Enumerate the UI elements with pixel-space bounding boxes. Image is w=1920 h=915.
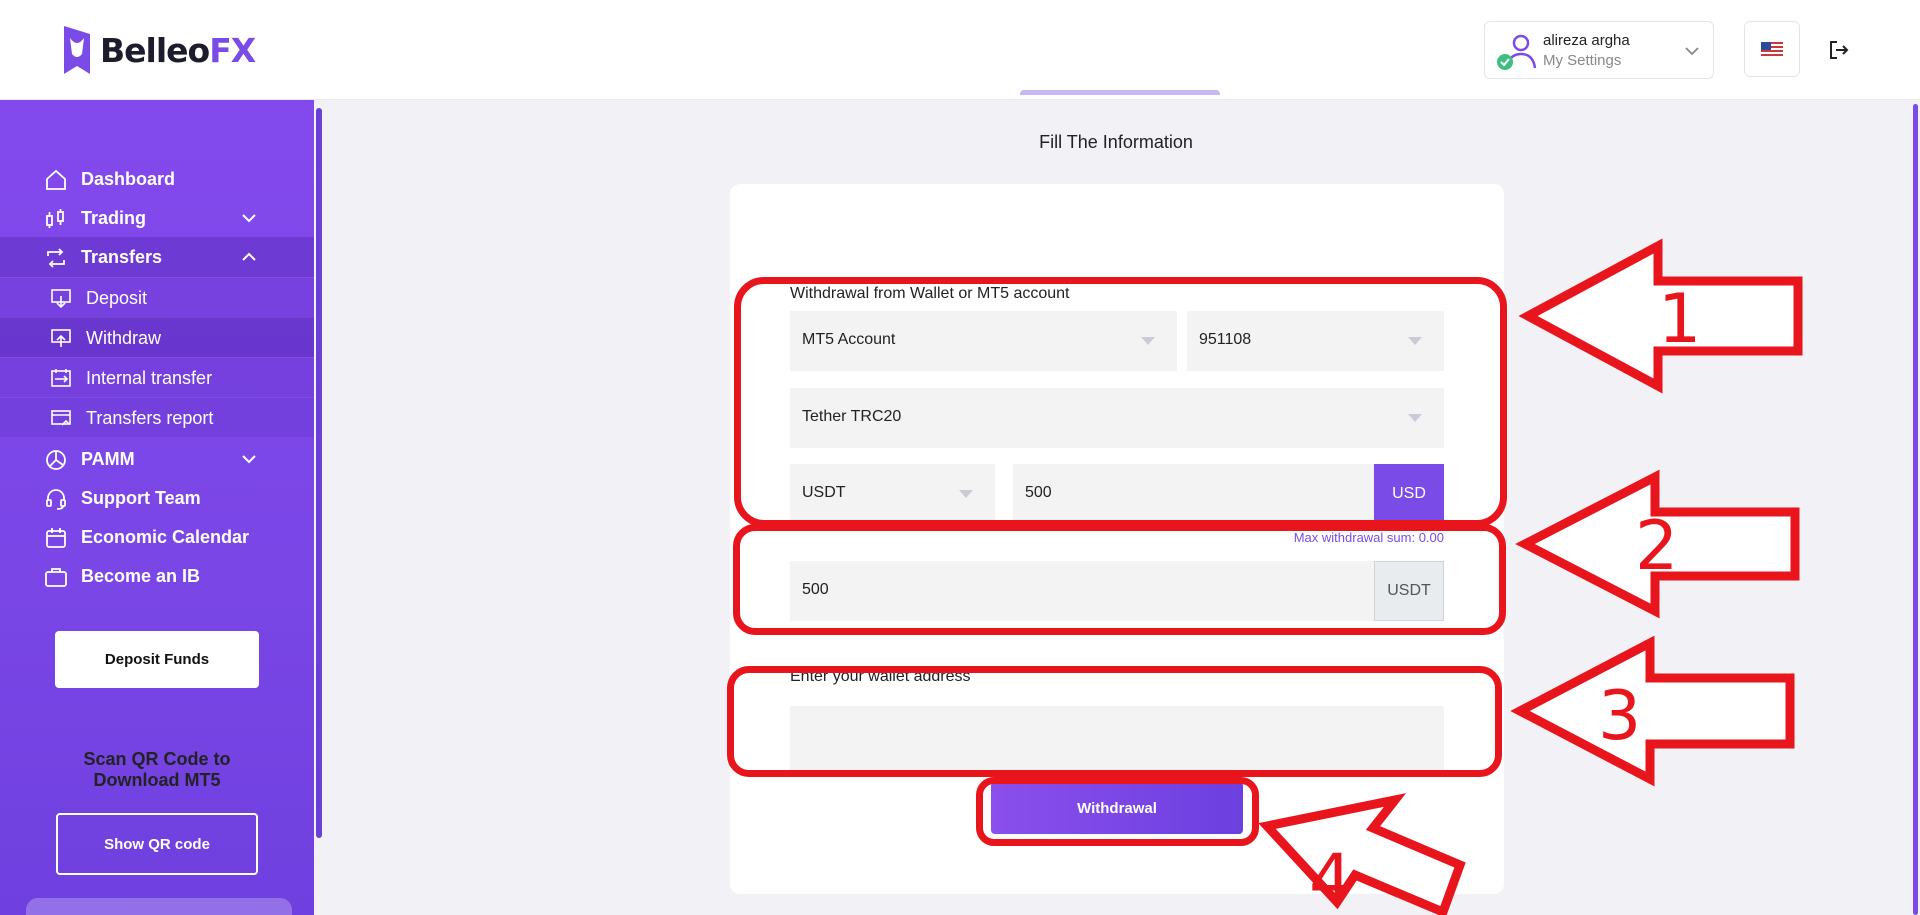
chevron-up-icon bbox=[242, 252, 256, 261]
sidebar-item-label: Become an IB bbox=[81, 566, 201, 586]
language-selector[interactable] bbox=[1744, 21, 1800, 77]
candlestick-icon bbox=[46, 209, 64, 228]
logo[interactable]: BelleoFX bbox=[62, 22, 256, 78]
sidebar-item-label: Economic Calendar bbox=[81, 527, 250, 547]
sidebar-subitem-label: Internal transfer bbox=[86, 368, 213, 388]
sidebar-item-dashboard[interactable]: Dashboard bbox=[0, 159, 314, 199]
chevron-down-icon bbox=[242, 455, 256, 464]
sidebar-item-label: Transfers bbox=[81, 247, 163, 267]
logo-text-main: Belleo bbox=[100, 30, 210, 70]
sidebar-item-label: Support Team bbox=[81, 488, 201, 508]
annotation-box-2 bbox=[733, 524, 1506, 635]
qr-promo-text: Scan QR Code to Download MT5 bbox=[83, 749, 231, 790]
annotation-box-4 bbox=[976, 777, 1259, 846]
sidebar-subitem-withdraw[interactable]: Withdraw bbox=[0, 317, 314, 357]
sidebar-subitem-label: Withdraw bbox=[86, 328, 162, 348]
deposit-funds-button[interactable]: Deposit Funds bbox=[55, 631, 259, 688]
sidebar: Dashboard Trading Transfers Deposit With… bbox=[0, 100, 314, 915]
briefcase-icon bbox=[45, 568, 67, 587]
annotation-box-3 bbox=[727, 666, 1502, 777]
internal-transfer-icon bbox=[51, 369, 71, 387]
sidebar-item-economic-calendar[interactable]: Economic Calendar bbox=[0, 517, 314, 557]
logout-icon[interactable] bbox=[1827, 38, 1851, 62]
annotation-arrow-4-icon: 4 bbox=[1258, 793, 1466, 915]
bull-logo-icon bbox=[64, 26, 90, 74]
sidebar-scrollbar[interactable] bbox=[316, 108, 322, 838]
chevron-down-icon bbox=[242, 214, 256, 223]
show-qr-code-button[interactable]: Show QR code bbox=[56, 813, 258, 875]
us-flag-icon bbox=[1761, 41, 1783, 57]
main-scrollbar[interactable] bbox=[1913, 104, 1918, 915]
sidebar-item-trading[interactable]: Trading bbox=[0, 198, 314, 238]
user-avatar-icon bbox=[1497, 34, 1537, 70]
user-settings-link[interactable]: My Settings bbox=[1543, 52, 1621, 69]
annotation-arrow-2-icon: 2 bbox=[1515, 469, 1800, 619]
annotation-number-2: 2 bbox=[1635, 507, 1678, 586]
sidebar-subitem-label: Transfers report bbox=[86, 408, 214, 428]
user-name: alireza argha bbox=[1543, 32, 1630, 49]
sidebar-subitem-deposit[interactable]: Deposit bbox=[0, 277, 314, 317]
sidebar-item-support-team[interactable]: Support Team bbox=[0, 478, 314, 518]
sidebar-item-label: Trading bbox=[81, 208, 147, 228]
annotation-number-1: 1 bbox=[1658, 280, 1701, 359]
sidebar-item-transfers[interactable]: Transfers bbox=[0, 237, 314, 277]
sidebar-item-pamm[interactable]: PAMM bbox=[0, 439, 314, 479]
annotation-box-1 bbox=[734, 277, 1507, 527]
sidebar-subitem-transfers-report[interactable]: Transfers report bbox=[0, 397, 314, 437]
annotation-number-4: 4 bbox=[1309, 840, 1352, 915]
logo-text-accent: FX bbox=[209, 30, 256, 70]
headset-icon bbox=[46, 489, 66, 510]
transfer-icon bbox=[47, 248, 65, 268]
deposit-icon bbox=[51, 289, 71, 309]
sidebar-bottom-panel bbox=[26, 898, 292, 915]
withdraw-icon bbox=[51, 329, 71, 347]
sidebar-item-label: Dashboard bbox=[81, 169, 176, 189]
page-subtitle: Fill The Information bbox=[1039, 132, 1193, 152]
top-header: BelleoFX alireza argha My Settings bbox=[0, 0, 1920, 100]
annotation-number-3: 3 bbox=[1598, 677, 1641, 756]
sidebar-subitem-internal-transfer[interactable]: Internal transfer bbox=[0, 357, 314, 397]
page-title-cutoff bbox=[1020, 90, 1220, 100]
pie-chart-icon bbox=[46, 450, 66, 470]
sidebar-item-label: PAMM bbox=[81, 449, 135, 469]
home-icon bbox=[46, 169, 66, 190]
chevron-down-icon bbox=[1685, 47, 1699, 56]
sidebar-subitem-label: Deposit bbox=[86, 288, 148, 308]
annotation-arrow-3-icon: 3 bbox=[1510, 635, 1795, 787]
annotation-arrow-1-icon: 1 bbox=[1518, 238, 1803, 394]
report-icon bbox=[51, 410, 71, 426]
calendar-icon bbox=[46, 528, 66, 548]
sidebar-item-become-ib[interactable]: Become an IB bbox=[0, 556, 314, 596]
user-menu[interactable]: alireza argha My Settings bbox=[1484, 21, 1714, 79]
